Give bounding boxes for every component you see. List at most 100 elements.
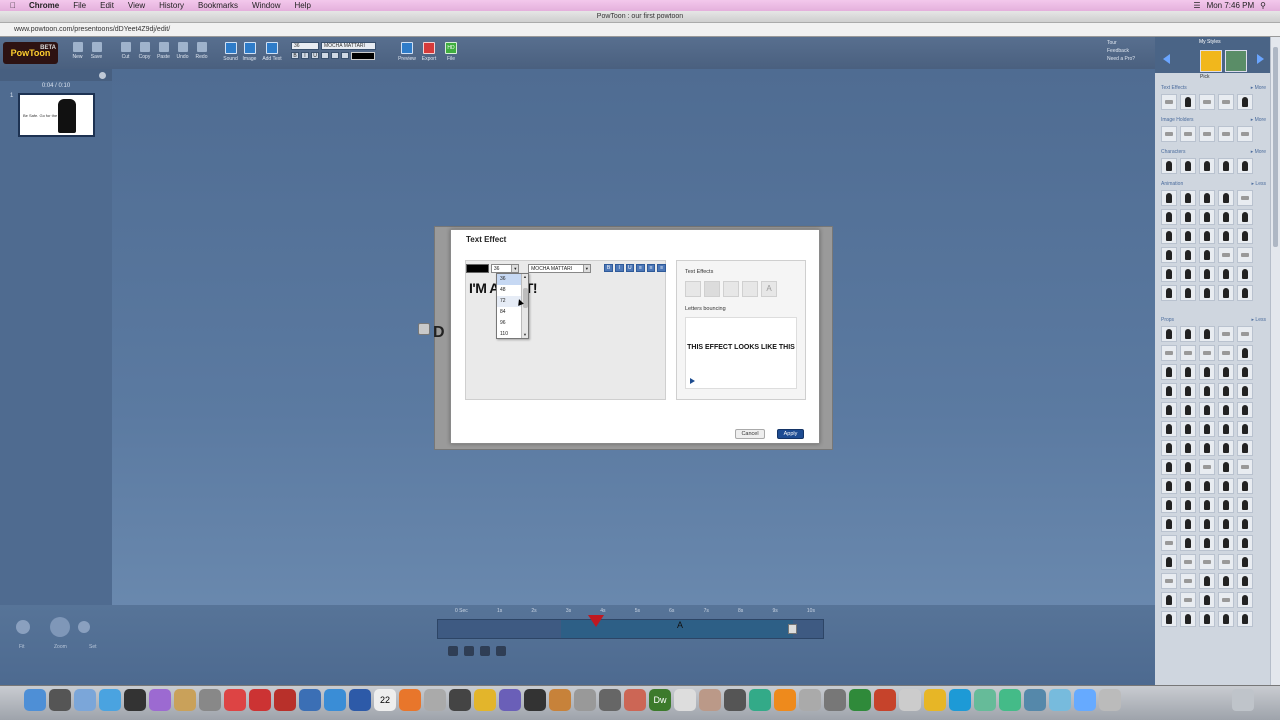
text-object-marker[interactable]: A [677,620,683,630]
chevron-down-icon[interactable]: ▼ [511,264,519,272]
app-icon[interactable] [74,689,96,711]
holder-item[interactable] [1237,126,1253,142]
dropdown-scroll-thumb[interactable] [523,288,528,308]
app-icon[interactable] [149,689,171,711]
menu-help[interactable]: Help [287,1,317,10]
animation-item[interactable] [1180,266,1196,282]
cancel-button[interactable]: Cancel [735,429,765,439]
prop-item[interactable] [1237,421,1253,437]
effect-none-icon[interactable] [685,281,701,297]
app-icon[interactable] [524,689,546,711]
font-size-dropdown[interactable]: 36 48 72 84 96 110 ▲ ▼ [496,273,529,339]
prop-item[interactable] [1237,478,1253,494]
text-color-swatch[interactable] [351,52,375,60]
animation-item[interactable] [1237,190,1253,206]
prop-item[interactable] [1161,421,1177,437]
animation-item[interactable] [1237,266,1253,282]
prop-item[interactable] [1237,573,1253,589]
prop-item[interactable] [1180,364,1196,380]
animation-item[interactable] [1199,228,1215,244]
app-icon[interactable] [699,689,721,711]
firefox-icon[interactable] [399,689,421,711]
prop-item[interactable] [1218,516,1234,532]
dialog-size-select[interactable]: 36 ▼ [490,263,520,273]
italic-button[interactable]: I [301,52,309,59]
menu-app[interactable]: Chrome [22,1,66,10]
effect-item[interactable] [1199,94,1215,110]
app-icon[interactable] [174,689,196,711]
undo-button[interactable]: Undo [173,42,192,60]
sound-button[interactable]: Sound [221,42,240,62]
powerpoint-icon[interactable] [874,689,896,711]
menu-history[interactable]: History [152,1,191,10]
prop-item[interactable] [1161,459,1177,475]
app-icon[interactable] [799,689,821,711]
app-icon[interactable] [299,689,321,711]
guitar-icon[interactable] [549,689,571,711]
prop-item[interactable] [1199,326,1215,342]
prop-item[interactable] [1161,554,1177,570]
holder-item[interactable] [1161,126,1177,142]
menu-file[interactable]: File [66,1,93,10]
underline-button[interactable]: U [311,52,319,59]
prop-item[interactable] [1180,554,1196,570]
animation-item[interactable] [1199,285,1215,301]
app-icon[interactable] [599,689,621,711]
prop-item[interactable] [1199,440,1215,456]
animation-item[interactable] [1237,285,1253,301]
app-icon[interactable] [449,689,471,711]
app-icon[interactable] [974,689,996,711]
pointer-tool-icon[interactable] [448,646,458,656]
wifi-icon[interactable]: ☰ [1193,1,1200,10]
animation-item[interactable] [1180,228,1196,244]
app-icon[interactable] [674,689,696,711]
stage-text-fragment[interactable]: D [433,324,445,342]
align-right-button[interactable] [341,52,349,59]
effect-item[interactable] [1237,94,1253,110]
prop-item[interactable] [1161,516,1177,532]
menu-bookmarks[interactable]: Bookmarks [191,1,245,10]
animation-item[interactable] [1218,228,1234,244]
animation-item[interactable] [1199,266,1215,282]
animation-item[interactable] [1180,285,1196,301]
app-icon[interactable] [949,689,971,711]
prop-item[interactable] [1237,592,1253,608]
holder-item[interactable] [1180,126,1196,142]
add-slide-icon[interactable] [99,71,106,79]
scrollbar-thumb[interactable] [1273,47,1278,247]
prop-item[interactable] [1180,345,1196,361]
animation-item[interactable] [1161,285,1177,301]
menu-edit[interactable]: Edit [93,1,121,10]
safari-icon[interactable] [99,689,121,711]
animation-item[interactable] [1161,228,1177,244]
prop-item[interactable] [1161,497,1177,513]
chevron-down-icon[interactable]: ▼ [582,264,590,272]
dialog-align-center-button[interactable]: ≡ [646,264,656,272]
word-icon[interactable] [349,689,371,711]
prop-item[interactable] [1180,573,1196,589]
size-option[interactable]: 84 [497,307,522,318]
size-option[interactable]: 110 [497,329,522,340]
dialog-font-select[interactable]: MOCHA MATTARI ▼ [528,263,591,273]
character-item[interactable] [1199,158,1215,174]
clock[interactable]: Mon 7:46 PM [1207,1,1255,10]
animation-item[interactable] [1218,190,1234,206]
feedback-link[interactable]: Feedback [1107,47,1135,55]
apple-icon[interactable]:  [0,1,22,10]
character-item[interactable] [1237,158,1253,174]
animation-item[interactable] [1237,228,1253,244]
chrome-icon[interactable] [474,689,496,711]
app-icon[interactable] [224,689,246,711]
size-option[interactable]: 96 [497,318,522,329]
prop-item[interactable] [1180,326,1196,342]
animation-item[interactable] [1218,266,1234,282]
align-left-button[interactable] [321,52,329,59]
library-scrollbar[interactable] [1270,37,1280,685]
system-prefs-icon[interactable] [49,689,71,711]
prop-item[interactable] [1161,535,1177,551]
app-icon[interactable] [324,689,346,711]
calendar-icon[interactable]: 22 [374,689,396,711]
character-item[interactable] [1218,158,1234,174]
effect-item[interactable] [1180,94,1196,110]
apply-button[interactable]: Apply [777,429,804,439]
